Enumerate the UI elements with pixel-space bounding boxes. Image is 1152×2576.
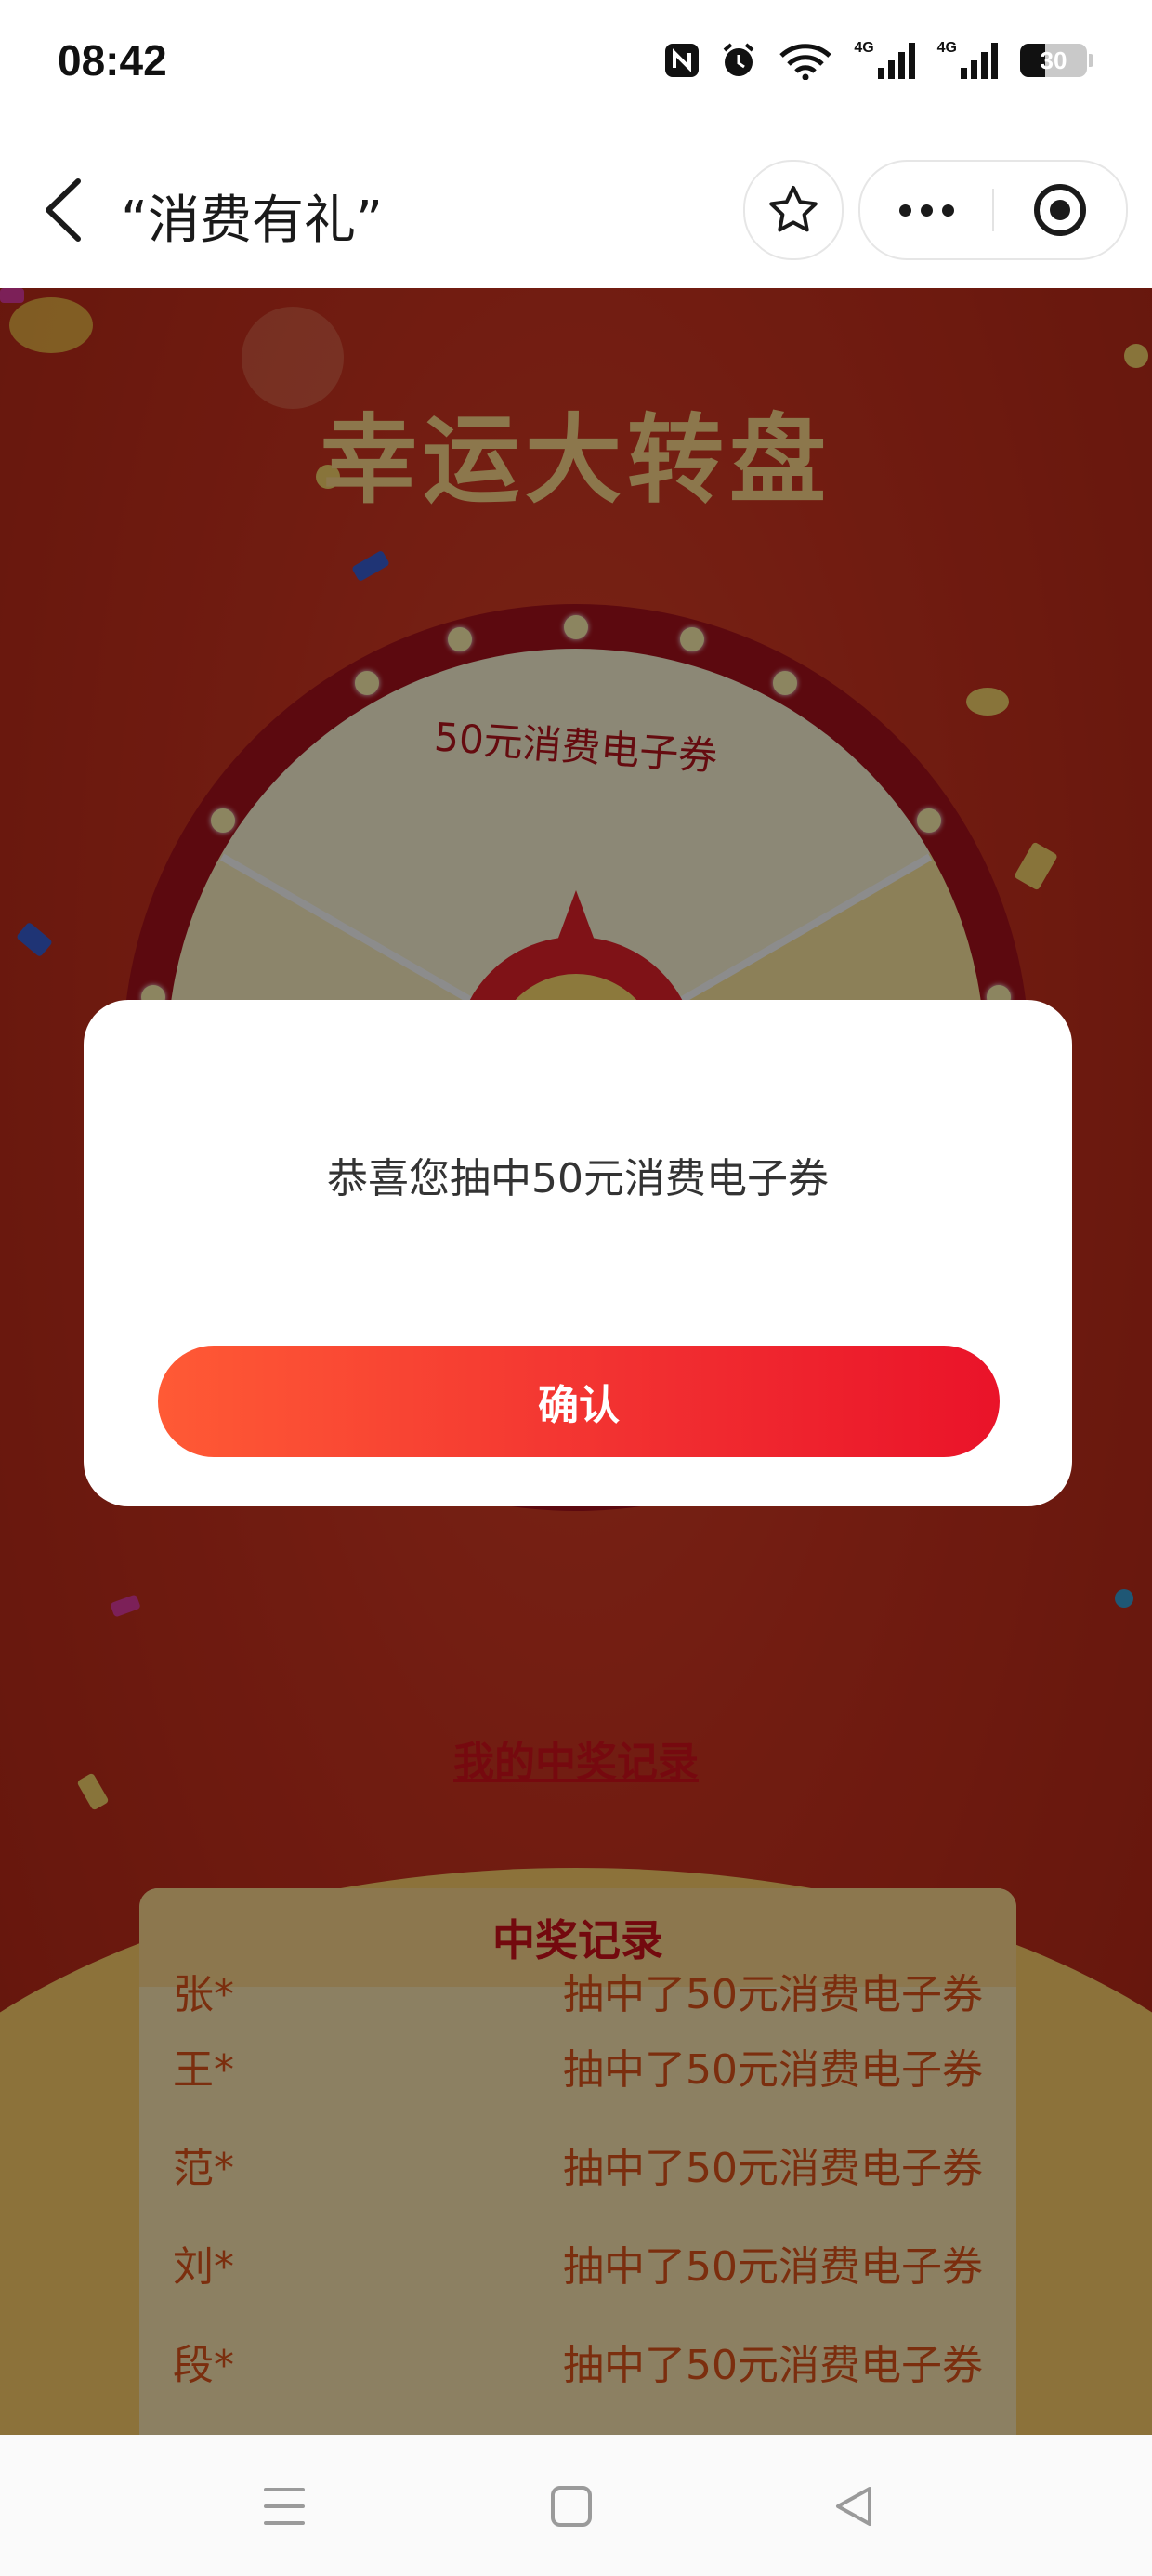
page-title: “消费有礼” [121,191,384,251]
battery-icon: 30 [1020,44,1093,77]
close-mini-program-button[interactable] [994,162,1126,258]
status-bar: 08:42 4G 4G 30 [0,0,1152,139]
back-button[interactable] [35,173,91,247]
signal-4g-icon: 4G [937,40,1000,81]
menu-icon [264,2488,305,2525]
back-triangle-icon [836,2487,871,2526]
signal-4g-icon: 4G [854,40,916,81]
battery-level: 30 [1040,46,1067,74]
mini-program-capsule [858,160,1128,260]
more-button[interactable] [860,162,992,258]
status-icons: 4G 4G 30 [664,37,1093,84]
favorite-button[interactable] [743,160,844,260]
confirm-button[interactable]: 确认 [158,1346,1000,1457]
star-outline-icon [769,186,818,232]
navigation-bar: “消费有礼” [0,139,1152,288]
prize-result-dialog: 恭喜您抽中50元消费电子券 确认 [84,1000,1072,1506]
network-label: 4G [854,40,874,56]
home-square-icon [551,2486,592,2527]
alarm-icon [720,42,757,79]
wifi-icon [778,41,833,80]
system-back-button[interactable] [821,2474,886,2539]
status-time: 08:42 [58,36,167,85]
nfc-icon [664,43,700,78]
network-label: 4G [936,40,957,56]
more-dots-icon [898,204,911,217]
dialog-message: 恭喜您抽中50元消费电子券 [327,1155,829,1203]
chevron-left-icon [46,178,81,242]
target-icon [1034,184,1086,236]
recent-apps-button[interactable] [252,2474,317,2539]
system-navigation-bar [0,2435,1152,2576]
home-button[interactable] [539,2474,604,2539]
